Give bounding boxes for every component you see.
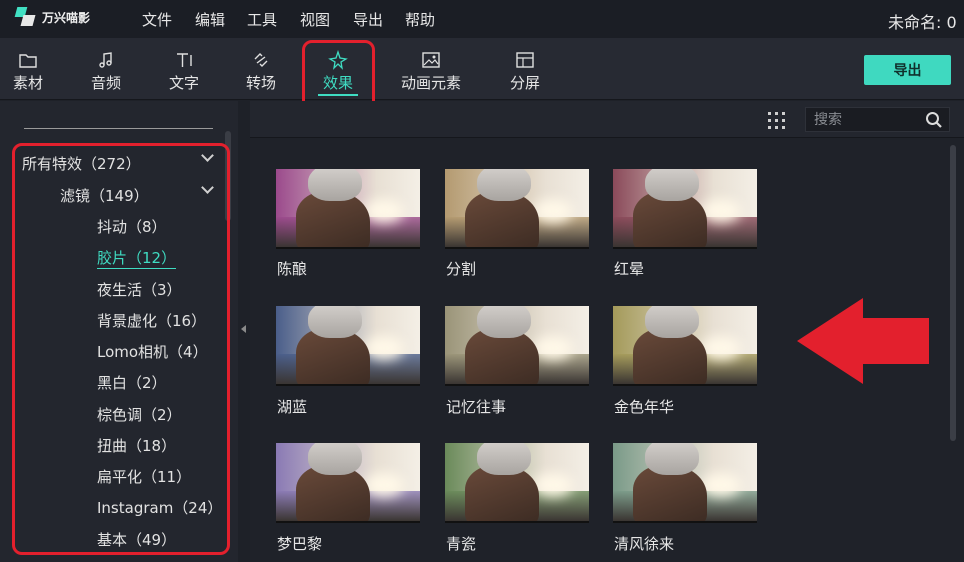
folder-icon [19, 54, 37, 68]
effect-thumbnail[interactable] [613, 443, 757, 523]
effect-thumbnail[interactable] [445, 306, 589, 386]
tab-label: 文字 [168, 74, 199, 92]
tab-elements[interactable]: 动画元素 [397, 38, 465, 100]
panel-splitter[interactable] [238, 101, 250, 562]
effect-label: 青瓷 [446, 535, 477, 553]
menu-bar: 万兴喵影 文件 编辑 工具 视图 导出 帮助 未命名: 0 [0, 0, 964, 38]
search-input[interactable] [814, 110, 924, 130]
menu-help[interactable]: 帮助 [405, 9, 435, 30]
text-icon [177, 53, 192, 67]
effect-thumbnail[interactable] [276, 306, 420, 386]
music-note-icon [99, 52, 112, 68]
grid-scrollbar[interactable] [950, 145, 956, 441]
search-box [805, 107, 950, 132]
search-icon[interactable] [925, 111, 943, 129]
grid-header [250, 101, 964, 138]
tab-label: 转场 [245, 74, 276, 92]
split-screen-icon [516, 52, 534, 68]
effect-label: 梦巴黎 [277, 535, 323, 553]
highlight-category-list [12, 143, 230, 555]
effect-label: 红晕 [614, 260, 645, 278]
effect-thumbnail[interactable] [613, 169, 757, 249]
menu-tools[interactable]: 工具 [247, 9, 277, 30]
menu-view[interactable]: 视图 [300, 9, 330, 30]
export-button[interactable]: 导出 [864, 55, 951, 85]
app-logo: 万兴喵影 [14, 6, 90, 28]
project-title: 未命名: 0 [888, 13, 957, 32]
tab-audio[interactable]: 音频 [86, 38, 126, 100]
effect-label: 分割 [446, 260, 477, 278]
image-icon [422, 52, 440, 68]
menu-file[interactable]: 文件 [142, 9, 172, 30]
tab-label: 素材 [12, 74, 43, 92]
effect-label: 清风徐来 [614, 535, 675, 553]
tab-label: 音频 [90, 74, 121, 92]
menu-edit[interactable]: 编辑 [195, 9, 225, 30]
effect-label: 记忆往事 [446, 398, 507, 416]
effect-thumbnail[interactable] [445, 443, 589, 523]
effect-thumbnail[interactable] [445, 169, 589, 249]
tab-text[interactable]: 文字 [164, 38, 204, 100]
tab-transition[interactable]: 转场 [241, 38, 281, 100]
tab-split-screen[interactable]: 分屏 [505, 38, 545, 100]
app-name: 万兴喵影 [42, 10, 91, 25]
grid-view-icon[interactable] [768, 112, 786, 130]
tab-media[interactable]: 素材 [8, 38, 48, 100]
effect-thumbnail[interactable] [613, 306, 757, 386]
effect-label: 金色年华 [614, 398, 675, 416]
effect-thumbnail[interactable] [276, 169, 420, 249]
tab-label: 分屏 [509, 74, 540, 92]
effect-thumbnail[interactable] [276, 443, 420, 523]
media-toolbar: 素材 音频 文字 转场 效果 动画元素 分屏 导出 [0, 38, 964, 100]
effect-label: 陈酿 [277, 260, 308, 278]
menu-export[interactable]: 导出 [353, 9, 383, 30]
divider [24, 128, 213, 129]
transition-icon [254, 53, 268, 67]
tab-label: 动画元素 [400, 74, 461, 92]
effect-label: 湖蓝 [277, 398, 308, 416]
annotation-arrow-icon [797, 298, 929, 384]
logo-icon [14, 6, 36, 28]
collapse-arrow-icon[interactable] [241, 325, 246, 333]
